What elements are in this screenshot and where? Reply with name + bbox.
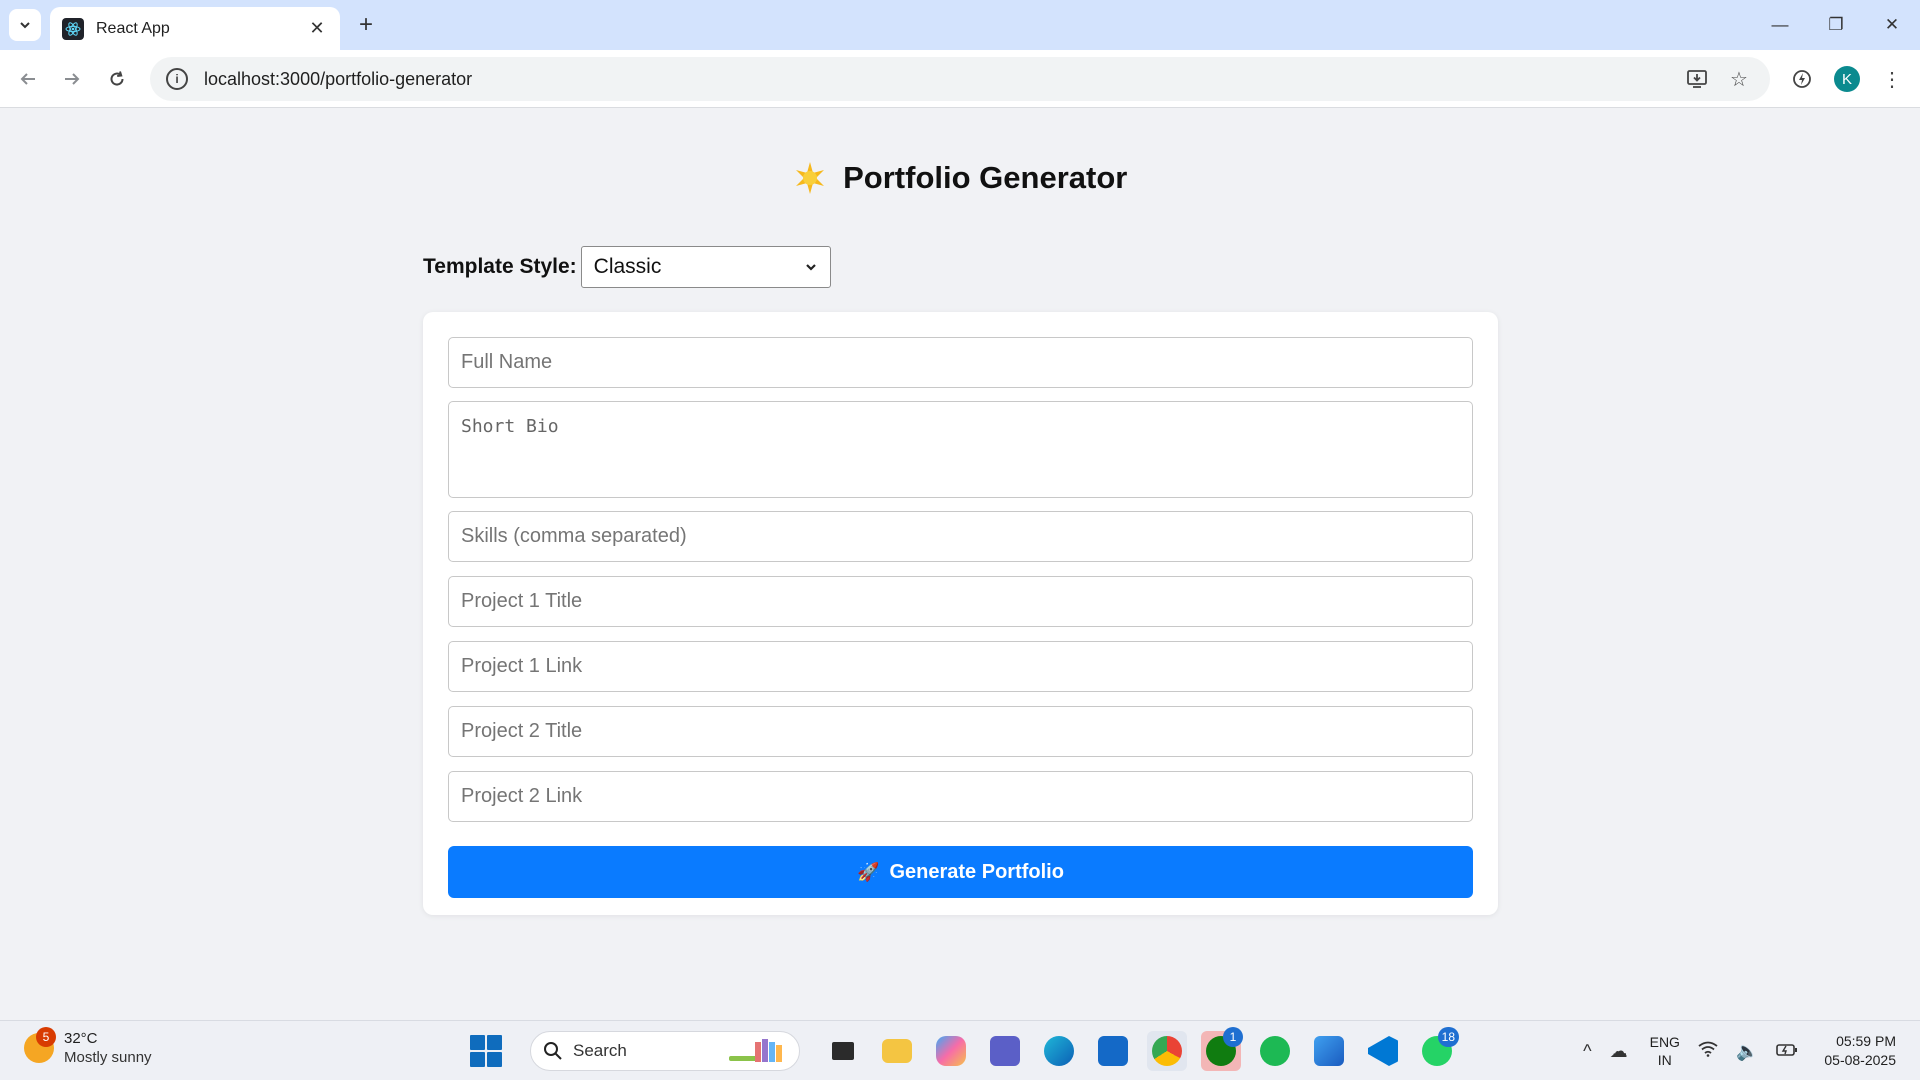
system-tray: ^ ☁ ENG IN 🔈 05:59 PM 05-08-2025 [1565,1027,1896,1075]
reload-button[interactable] [101,63,133,95]
page-content: Portfolio Generator Template Style: Clas… [0,108,1920,1020]
close-window-button[interactable]: ✕ [1864,0,1920,50]
project1-link-placeholder: Project 1 Link [461,655,583,677]
short-bio-textarea[interactable]: Short Bio [448,401,1473,498]
chevron-up-icon[interactable]: ^ [1583,1041,1591,1062]
photos-icon[interactable] [1309,1031,1349,1071]
language-region: IN [1657,1052,1672,1068]
template-style-row: Template Style: Classic [423,246,831,288]
project2-link-input[interactable]: Project 2 Link [448,771,1473,822]
sparkle-sun-icon [795,162,824,194]
vscode-icon[interactable] [1363,1031,1403,1071]
address-url[interactable]: localhost:3000/portfolio-generator [204,69,1670,90]
spotify-icon[interactable] [1255,1031,1295,1071]
windows-taskbar: 5 32°C Mostly sunny Search 1 18 ^ ☁ ENG … [0,1020,1920,1080]
back-button[interactable] [12,63,44,95]
language-indicator[interactable]: ENG IN [1650,1033,1680,1069]
bookmark-star-icon[interactable]: ☆ [1724,64,1754,94]
browser-menu-icon[interactable]: ⋮ [1876,63,1908,95]
short-bio-placeholder: Short Bio [461,416,559,437]
wifi-icon[interactable] [1698,1041,1718,1062]
install-app-icon[interactable] [1682,64,1712,94]
search-highlight-books-icon [729,1039,782,1062]
avatar: K [1834,66,1860,92]
copilot-icon[interactable] [931,1031,971,1071]
react-icon [62,17,84,40]
tab-title: React App [96,19,170,37]
whatsapp-icon[interactable]: 18 [1417,1027,1459,1071]
whatsapp-badge: 18 [1437,1027,1459,1047]
reload-icon [110,71,124,86]
volume-icon[interactable]: 🔈 [1736,1041,1758,1062]
battery-icon[interactable] [1776,1041,1798,1062]
full-name-placeholder: Full Name [461,351,553,373]
generate-portfolio-label: Generate Portfolio [889,860,1064,883]
microsoft-store-icon[interactable] [1093,1031,1133,1071]
taskbar-search[interactable]: Search [530,1031,800,1071]
template-style-label: Template Style: [423,255,577,278]
window-controls: — ❐ ✕ [1752,0,1920,50]
skills-placeholder: Skills (comma separated) [461,525,687,547]
site-info-icon[interactable]: i [166,68,188,90]
weather-sun-icon: 5 [24,1027,56,1063]
arrow-right-icon [65,73,80,85]
full-name-input[interactable]: Full Name [448,337,1473,388]
project2-title-input[interactable]: Project 2 Title [448,706,1473,757]
tab-close-icon[interactable]: ✕ [306,18,328,40]
project1-title-placeholder: Project 1 Title [461,590,583,612]
tab-search-button[interactable] [9,9,41,41]
project2-link-placeholder: Project 2 Link [461,785,583,807]
xbox-icon[interactable]: 1 [1201,1027,1243,1071]
taskbar-search-label: Search [573,1041,627,1060]
rocket-icon: 🚀 [857,861,880,882]
language-code: ENG [1649,1034,1680,1050]
weather-temperature: 32°C [64,1030,98,1047]
teams-icon[interactable] [985,1031,1025,1071]
onedrive-offline-icon[interactable]: ☁ [1610,1041,1628,1062]
windows-start-icon[interactable] [470,1035,502,1067]
weather-badge: 5 [36,1027,56,1047]
project1-title-input[interactable]: Project 1 Title [448,576,1473,627]
edge-icon[interactable] [1039,1031,1079,1071]
portfolio-form-card: Full Name Short Bio Skills (comma separa… [423,312,1498,915]
new-tab-button[interactable]: + [352,11,380,39]
xbox-badge: 1 [1223,1027,1243,1047]
chevron-down-icon [805,264,816,271]
skills-input[interactable]: Skills (comma separated) [448,511,1473,562]
task-view-icon[interactable] [823,1031,863,1071]
clock-date: 05-08-2025 [1824,1052,1896,1068]
restore-button[interactable]: ❐ [1808,0,1864,50]
forward-button[interactable] [56,63,88,95]
chrome-icon[interactable] [1147,1031,1187,1071]
weather-widget[interactable]: 5 32°C Mostly sunny [24,1027,152,1067]
weather-description: Mostly sunny [64,1049,152,1066]
page-header: Portfolio Generator [0,160,1920,196]
browser-tab-active[interactable]: React App ✕ [50,7,340,50]
generate-portfolio-button[interactable]: 🚀 Generate Portfolio [448,846,1473,898]
project1-link-input[interactable]: Project 1 Link [448,641,1473,692]
file-explorer-icon[interactable] [877,1031,917,1071]
browser-tab-bar: React App ✕ + — ❐ ✕ [0,0,1920,50]
template-style-select[interactable]: Classic [580,246,831,288]
template-selected-value: Classic [593,255,662,278]
extensions-icon[interactable] [1786,63,1818,95]
profile-button[interactable]: K [1831,63,1863,95]
clock-time: 05:59 PM [1836,1033,1896,1049]
arrow-left-icon [20,73,35,85]
search-icon [544,1042,562,1060]
page-title: Portfolio Generator [843,160,1128,195]
clock[interactable]: 05:59 PM 05-08-2025 [1824,1032,1896,1070]
project2-title-placeholder: Project 2 Title [461,720,583,742]
chevron-down-icon [20,22,30,29]
browser-toolbar: i localhost:3000/portfolio-generator ☆ K… [0,50,1920,108]
address-bar[interactable]: i localhost:3000/portfolio-generator ☆ [150,57,1770,101]
taskbar-apps: Search 1 18 [470,1027,1464,1075]
minimize-button[interactable]: — [1752,0,1808,50]
